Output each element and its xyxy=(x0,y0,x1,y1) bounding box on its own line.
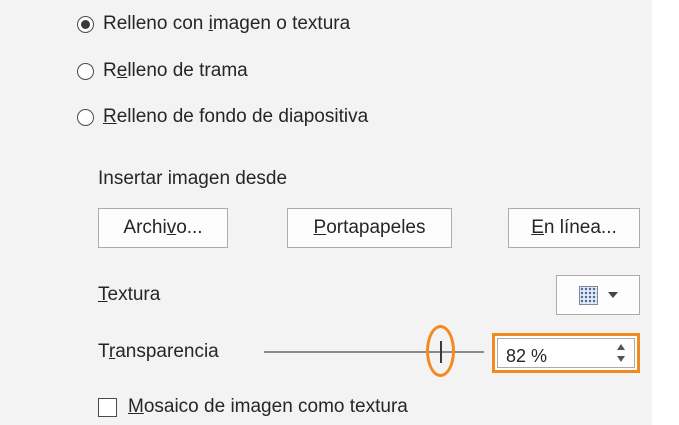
texture-label: Textura xyxy=(98,284,161,305)
texture-swatch-icon xyxy=(578,285,598,305)
file-button[interactable]: Archi v o... xyxy=(98,208,228,248)
texture-dropdown[interactable] xyxy=(556,275,640,315)
radio-checked-icon[interactable] xyxy=(77,15,94,33)
tile-picture-checkbox[interactable] xyxy=(98,397,117,417)
spin-up-icon[interactable] xyxy=(617,344,625,350)
clipboard-button[interactable]: Portapapeles xyxy=(287,208,452,248)
radio-slide-background-fill[interactable]: Relleno de fondo de diapositiva xyxy=(77,102,368,132)
thumb-highlight-circle xyxy=(426,325,455,377)
chevron-down-icon xyxy=(607,292,618,298)
tile-picture-checkbox-row[interactable]: Mosaico de imagen como textura xyxy=(98,393,408,421)
transparency-input[interactable]: 82 % xyxy=(497,338,635,368)
tile-picture-label: Mosaico de imagen como textura xyxy=(128,396,408,417)
transparency-label: Transparencia xyxy=(98,341,219,362)
insert-image-from-label: Insertar imagen desde xyxy=(98,168,288,189)
radio-slide-background-fill-label: Relleno de fondo de diapositiva xyxy=(103,106,369,127)
radio-pattern-fill[interactable]: Relleno de trama xyxy=(77,56,248,86)
transparency-value: 82 % xyxy=(506,346,548,366)
scroll-area xyxy=(652,0,679,425)
radio-picture-texture-fill-label: Relleno con imagen o textura xyxy=(103,13,351,34)
online-button[interactable]: En línea... xyxy=(508,208,640,248)
radio-unchecked-icon[interactable] xyxy=(77,62,94,80)
radio-picture-texture-fill[interactable]: Relleno con imagen o textura xyxy=(77,9,350,39)
transparency-spinbox[interactable]: 82 % xyxy=(492,333,640,373)
radio-unchecked-icon[interactable] xyxy=(77,108,94,126)
format-background-panel: Relleno con imagen o textura Relleno de … xyxy=(0,0,652,425)
radio-pattern-fill-label: Relleno de trama xyxy=(103,60,248,81)
spin-down-icon[interactable] xyxy=(617,356,625,362)
